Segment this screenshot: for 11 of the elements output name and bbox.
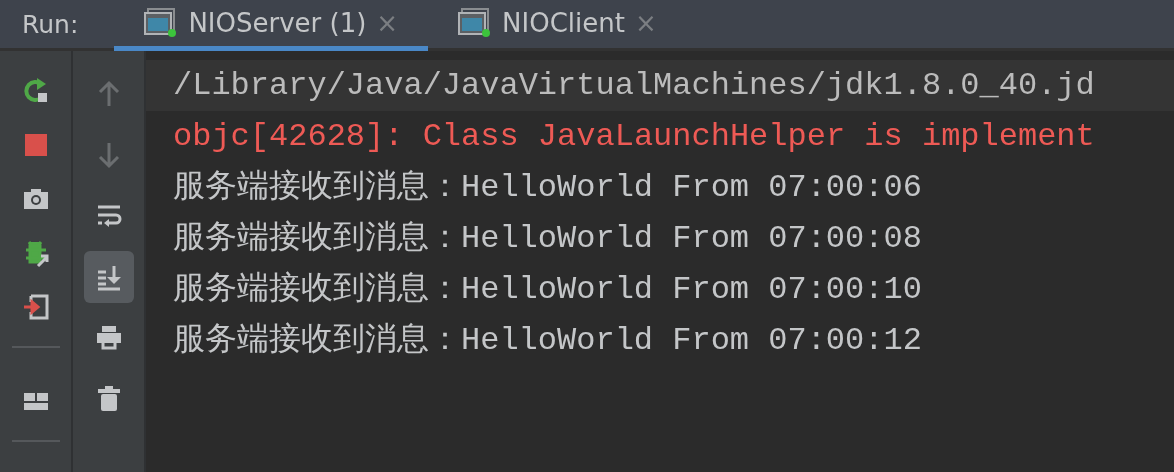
window-icon [458, 8, 493, 38]
console-line: 服务端接收到消息：HelloWorld From 07:00:06 [172, 168, 923, 208]
console-line: 服务端接收到消息：HelloWorld From 07:00:10 [172, 270, 923, 310]
console-line: 服务端接收到消息：HelloWorld From 07:00:08 [172, 219, 923, 259]
window-icon [144, 8, 179, 38]
run-tab[interactable]: NIOClient × [428, 0, 687, 51]
scroll-to-end-button[interactable] [83, 251, 134, 303]
run-tab[interactable]: NIOServer (1) × [114, 0, 429, 51]
error-line: objc[42628]: Class JavaLaunchHelper is implement [172, 117, 1096, 157]
run-label: Run: [22, 9, 79, 39]
console-line: 服务端接收到消息：HelloWorld From 07:00:12 [172, 321, 923, 361]
